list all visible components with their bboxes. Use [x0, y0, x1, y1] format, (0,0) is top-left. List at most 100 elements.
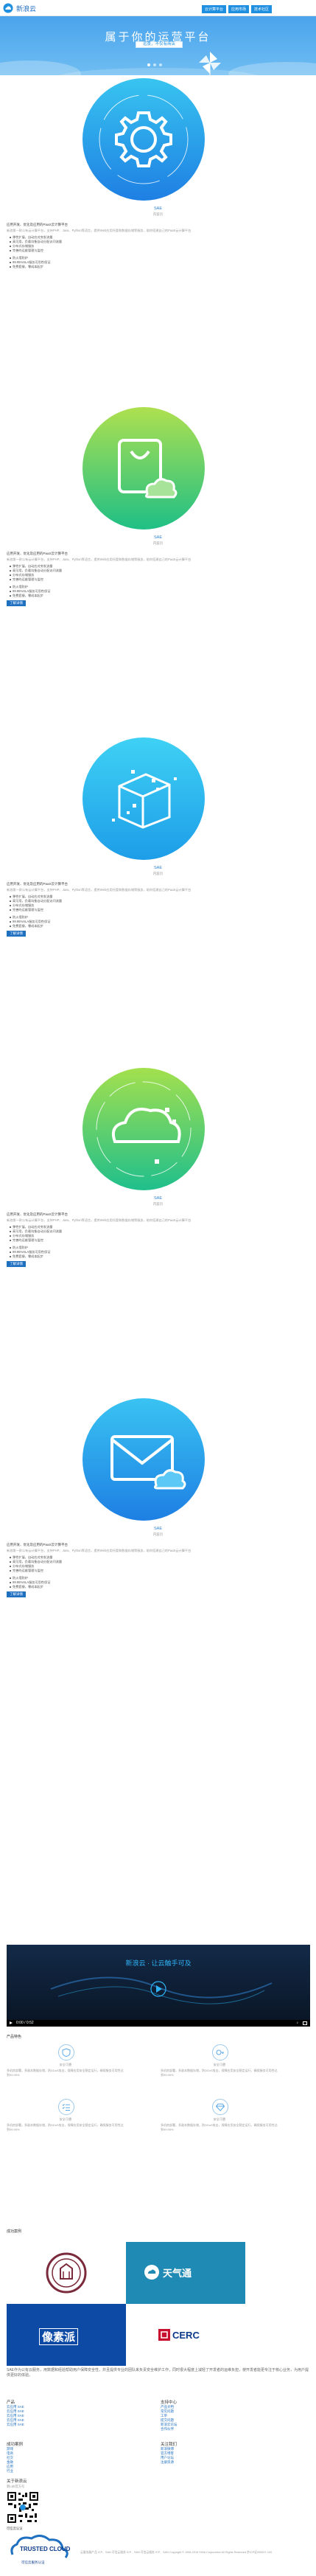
product-description: 新浪第一款公有云计算平台，支持PHP、Java、Python等语言，提供Web应… [7, 1549, 192, 1552]
carousel-dot[interactable] [159, 63, 162, 66]
product-subtitle: 内容页 [152, 872, 164, 875]
cerc-logo-icon [158, 2329, 170, 2341]
feature-name: 安全可靠 [59, 2117, 72, 2121]
product-desc-title: 应用开发、优化及应用的PaaS云计算平台 [7, 1212, 69, 1216]
footer-col-title: 产品 [7, 2400, 15, 2405]
feature-icon-circle [58, 2099, 74, 2115]
learn-more-button[interactable]: 了解详情 [7, 931, 26, 937]
product-icon-circle[interactable] [82, 1398, 205, 1521]
nav-item-platform[interactable]: 云计算平台 [201, 5, 226, 13]
cube-icon [112, 770, 177, 829]
product-description: 新浪第一款公有云计算平台，支持PHP、Java、Python等语言，提供Web应… [7, 229, 192, 232]
product-icon-circle[interactable] [82, 407, 205, 530]
case-tsinghua[interactable] [7, 2242, 126, 2304]
carousel-dots [147, 63, 162, 66]
cases-title: 成功案例 [7, 2229, 22, 2234]
qr-code-icon [7, 2491, 39, 2524]
cloud-icon [96, 1081, 192, 1177]
footer-link[interactable]: 注册资源 [161, 2460, 177, 2465]
product-feature-list: 弹性扩展，自动应对突发流量 高可用，负载均衡自动分配访问流量 分布式存储服务 完善的运… [10, 564, 62, 598]
product-subtitle: 内容页 [152, 541, 164, 545]
top-nav: 云计算平台 应用市场 技术社区 [201, 5, 272, 13]
feature-description: 多机房部署，多副本数据存储，防DDoS攻击，保障应用安全稳定运行，确保服务可用性… [161, 2069, 278, 2077]
product-icon-circle[interactable] [82, 78, 205, 201]
product-subtitle: 内容页 [152, 1532, 164, 1536]
carousel-dot[interactable] [147, 63, 150, 66]
product-block: SAE 内容页应用开发、优化及应用的PaaS云计算平台新浪第一款公有云计算平台，支… [0, 1398, 316, 1723]
product-name[interactable]: SAE [0, 1527, 316, 1531]
product-block: SAE 内容页 应用开发、优化及应用的PaaS云计算平台 新浪第一款公有云计算平台，支… [0, 1068, 316, 1392]
copyright: 云服务器产品 ICP、SAN 可信云服务 ICP、SAN 可信云服务 ICP、S… [80, 2551, 273, 2554]
diamond-icon [216, 2103, 225, 2111]
feature-name: 安全可靠 [59, 2063, 72, 2066]
hero-banner[interactable]: 属于你的运营平台 远景，不仅有商店 [0, 16, 316, 75]
trusted-cloud-text: TRUSTED CLOUD [20, 2546, 71, 2552]
footer-col-title: 成功案例 [7, 2443, 24, 2447]
about-paragraph: SAE作为公有云服务，用数据和经验帮助用户保障安全性，并且提供专业的团队来负责安… [7, 2368, 309, 2378]
feature-description: 多机房部署，多副本数据存储，防DDoS攻击，保障应用安全稳定运行，确保服务可用性… [7, 2123, 124, 2131]
video-poster [7, 1945, 310, 2020]
logo[interactable]: 新浪云 [3, 3, 36, 13]
product-description: 新浪第一款公有云计算平台，支持PHP、Java、Python等语言，提供Web应… [7, 1218, 192, 1222]
feature-name: 安全可靠 [213, 2063, 226, 2066]
carousel-dot[interactable] [153, 63, 156, 66]
nav-item-community[interactable]: 技术社区 [250, 5, 272, 13]
feature-name: 安全可靠 [213, 2117, 226, 2121]
feature-card: 安全可靠多机房部署，多副本数据存储，防DDoS攻击，保障应用安全稳定运行，确保服… [161, 2041, 278, 2090]
product-feature-item: 免费套餐，零成本起步 [10, 594, 62, 598]
features-title: 产品特色 [7, 2035, 22, 2039]
case-cerc[interactable]: CERC [126, 2304, 245, 2366]
product-feature-list: 弹性扩展，自动应对突发流量 高可用，负载均衡自动分配访问流量 分布式存储服务 完善的运… [10, 895, 62, 928]
fullscreen-icon[interactable] [303, 2021, 307, 2025]
footer-col-follow: 关注我们 新浪微博 官方博客 用户论坛 注册资源 [161, 2441, 177, 2465]
play-icon[interactable] [10, 2021, 13, 2024]
feature-icon-circle [212, 2099, 228, 2115]
feature-card: 安全可靠多机房部署，多副本数据存储，防DDoS攻击，保障应用安全稳定运行，确保服… [7, 2096, 124, 2145]
product-icon-circle[interactable] [82, 737, 205, 860]
product-block: SAE 内容页 应用开发、优化及应用的PaaS云计算平台 新浪第一款公有云计算平台，支… [0, 78, 316, 403]
about-sina-cloud-title: 关于新浪云 [7, 2479, 27, 2484]
nav-item-market[interactable]: 应用市场 [228, 5, 249, 13]
product-name[interactable]: SAE [0, 535, 316, 540]
gear-icon [99, 94, 189, 184]
case-weather[interactable]: 天气通 [126, 2242, 245, 2304]
footer-link[interactable]: 合作伙伴 [161, 2427, 178, 2431]
footer-link[interactable]: 行业 [7, 2469, 23, 2473]
trusted-cloud-logo[interactable]: TRUSTED CLOUD 可信云服务认证 [7, 2532, 74, 2568]
learn-more-button[interactable]: 了解详情 [7, 1261, 26, 1267]
product-icon-circle[interactable] [82, 1068, 205, 1190]
cert-title: 可信云认证 [7, 2527, 23, 2530]
product-feature-item: 免费套餐，零成本起步 [10, 265, 62, 269]
logo-text: 新浪云 [16, 5, 37, 13]
product-desc-title: 应用开发、优化及应用的PaaS云计算平台 [7, 1543, 69, 1546]
video-player[interactable]: 新浪云 · 让云触手可及 0:00 / 0:52 ♪ [7, 1945, 310, 2027]
product-name[interactable]: SAE [0, 206, 316, 211]
footer-link[interactable]: 云应用 SAE [7, 2423, 24, 2427]
product-feature-item: 免费套餐，零成本起步 [10, 1254, 62, 1259]
shopping-bag-cloud-icon [118, 439, 178, 499]
cases-grid: 天气通 像素派 CERC [7, 2242, 245, 2366]
product-block: SAE 内容页 应用开发、优化及应用的PaaS云计算平台 新浪第一款公有云计算平台，支… [0, 407, 316, 732]
product-name[interactable]: SAE [0, 1196, 316, 1201]
volume-icon[interactable]: ♪ [297, 2021, 299, 2025]
weather-logo-icon [144, 2265, 159, 2280]
product-description: 新浪第一款公有云计算平台，支持PHP、Java、Python等语言，提供Web应… [7, 888, 192, 892]
feature-description: 多机房部署，多副本数据存储，防DDoS攻击，保障应用安全稳定运行，确保服务可用性… [161, 2123, 278, 2131]
learn-more-button[interactable]: 了解详情 [7, 1591, 26, 1597]
about-sina-cloud-sub: 新LMI官方号 [7, 2485, 25, 2488]
shield-icon [62, 2048, 71, 2057]
feature-description: 多机房部署，多副本数据存储，防DDoS攻击，保障应用安全稳定运行，确保服务可用性… [7, 2069, 124, 2077]
product-name[interactable]: SAE [0, 866, 316, 870]
key-icon [216, 2049, 224, 2055]
feature-icon-circle [212, 2044, 228, 2061]
hero-tagline: 远景，不仅有商店 [136, 41, 183, 48]
case-label-weather: 天气通 [163, 2268, 192, 2279]
product-block: SAE 内容页 应用开发、优化及应用的PaaS云计算平台 新浪第一款公有云计算平台，支… [0, 737, 316, 1062]
case-pixel[interactable]: 像素派 [7, 2304, 126, 2366]
product-feature-list: 弹性扩展，自动应对突发流量 高可用，负载均衡自动分配访问流量 分布式存储服务 完善的运… [10, 1225, 62, 1259]
product-feature-item: 免费套餐，零成本起步 [10, 924, 62, 928]
product-feature-item: 完善的运维管理与监控 [10, 908, 62, 912]
learn-more-button[interactable]: 了解详情 [7, 600, 26, 606]
product-feature-item: 完善的运维管理与监控 [10, 249, 62, 253]
trusted-cloud-sub: 可信云服务认证 [21, 2561, 45, 2564]
